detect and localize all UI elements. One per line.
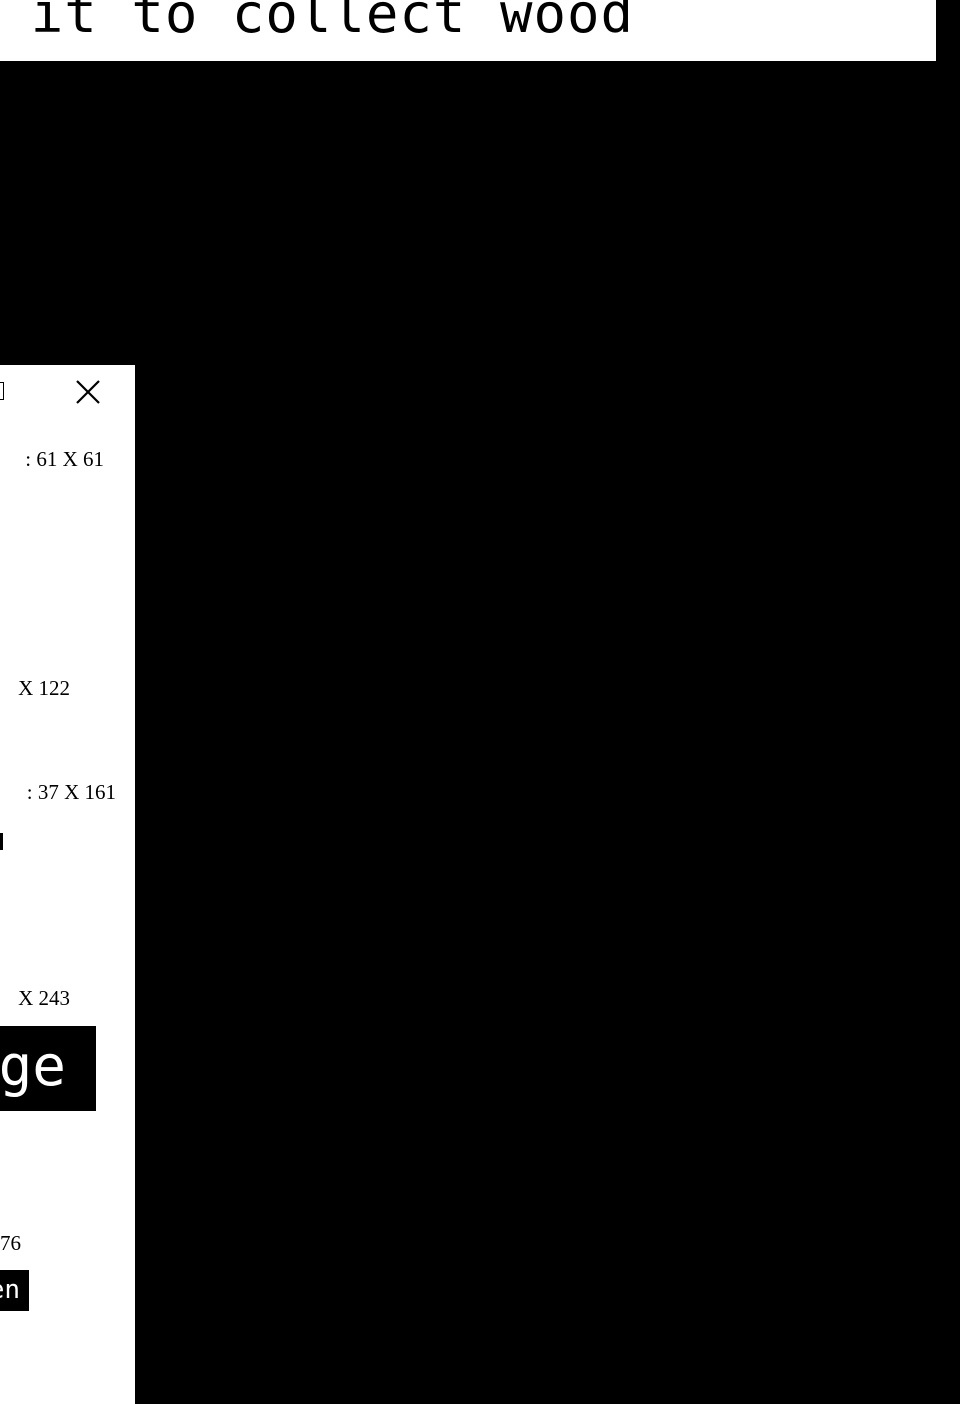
image-preview[interactable]: ge bbox=[0, 1026, 96, 1111]
action-button[interactable]: en bbox=[0, 1270, 29, 1311]
top-banner: ach it to collect wood bbox=[0, 0, 936, 61]
dimension-label: X 243 bbox=[18, 986, 70, 1010]
edge-tick bbox=[0, 833, 3, 850]
image-preview-text: ge bbox=[0, 1034, 66, 1099]
dimension-label: X 122 bbox=[18, 676, 70, 700]
edge-mark-icon bbox=[0, 382, 4, 400]
banner-text: ach it to collect wood bbox=[0, 0, 634, 45]
dimension-label: : 37 X 161 bbox=[26, 780, 116, 804]
dimension-label: 76 bbox=[0, 1231, 21, 1255]
action-button-label: en bbox=[0, 1275, 20, 1305]
close-icon[interactable] bbox=[72, 374, 104, 408]
dimension-label: : 61 X 61 bbox=[25, 447, 104, 471]
